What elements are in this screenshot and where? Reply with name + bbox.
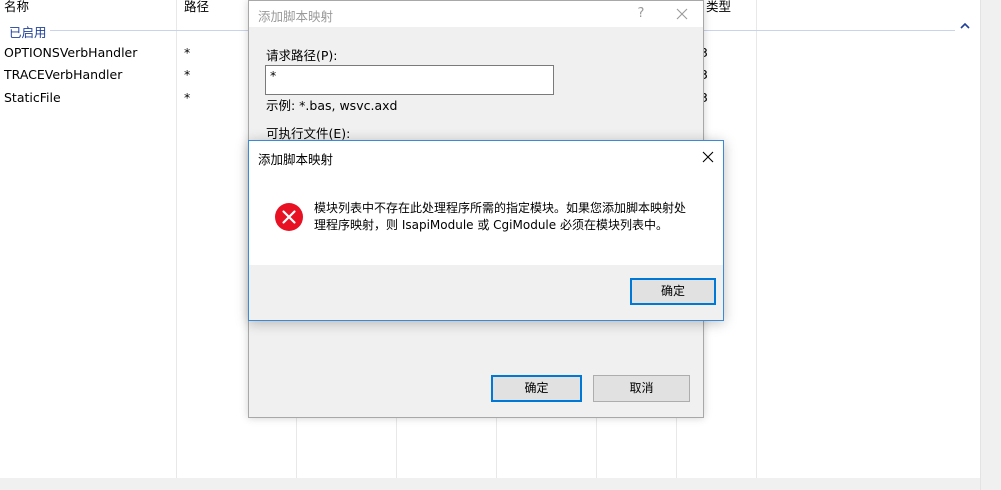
close-icon[interactable] — [697, 147, 719, 167]
request-path-label: 请求路径(P): — [266, 48, 338, 63]
group-label: 已启用 — [9, 25, 47, 40]
dialog-title: 添加脚本映射 — [258, 9, 334, 24]
message-box-button-area: 确定 — [249, 265, 723, 320]
error-message-line: 理程序映射，则 IsapiModule 或 CgiModule 必须在模块列表中… — [314, 218, 668, 232]
vertical-scrollbar[interactable] — [980, 0, 1001, 490]
message-box-title-bar[interactable]: 添加脚本映射 — [249, 141, 723, 171]
chevron-up-icon[interactable] — [960, 22, 970, 33]
column-header-type[interactable]: 类型 — [706, 0, 731, 18]
column-header-name[interactable]: 名称 — [4, 0, 29, 18]
example-text: 示例: *.bas, wsvc.axd — [266, 98, 398, 113]
error-message-line: 模块列表中不存在此处理程序所需的指定模块。如果您添加脚本映射处 — [314, 201, 687, 215]
row-path: * — [184, 67, 191, 82]
row-path: * — [184, 45, 191, 60]
dialog-title-bar[interactable]: 添加脚本映射 ? — [249, 1, 703, 27]
row-path: * — [184, 90, 191, 105]
horizontal-scrollbar[interactable] — [0, 478, 980, 490]
error-icon — [274, 202, 304, 232]
row-name: StaticFile — [4, 90, 61, 105]
help-button[interactable]: ? — [631, 4, 651, 24]
error-message: 模块列表中不存在此处理程序所需的指定模块。如果您添加脚本映射处 理程序映射，则 … — [314, 200, 709, 234]
message-box-title: 添加脚本映射 — [258, 152, 334, 167]
row-name: TRACEVerbHandler — [4, 67, 123, 82]
error-message-box: 添加脚本映射 模块列表中不存在此处理程序所需的指定模块。如果您添加脚本映射处 理… — [248, 140, 724, 321]
row-name: OPTIONSVerbHandler — [4, 45, 138, 60]
ok-button[interactable]: 确定 — [491, 375, 582, 402]
column-header-path[interactable]: 路径 — [184, 0, 209, 18]
request-path-input[interactable] — [265, 65, 554, 95]
ok-button[interactable]: 确定 — [630, 278, 716, 305]
close-icon[interactable] — [671, 4, 693, 24]
cancel-button[interactable]: 取消 — [593, 375, 690, 402]
